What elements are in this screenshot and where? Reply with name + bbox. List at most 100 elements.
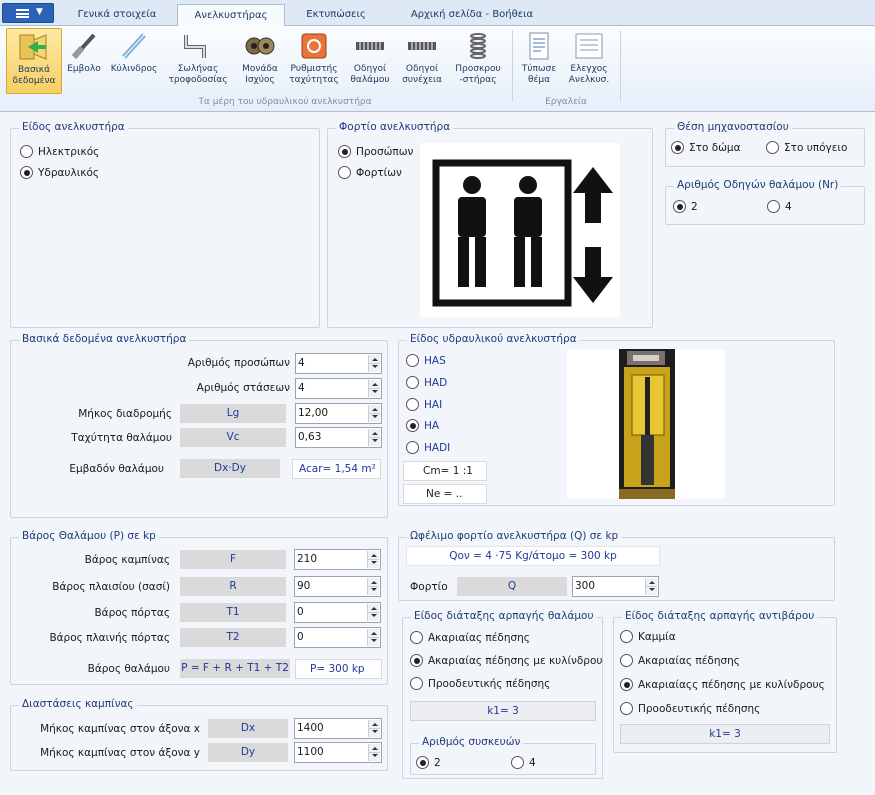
radio-guides-4[interactable]: 4 — [767, 200, 792, 214]
cabin-weight-input[interactable]: 210 — [294, 549, 381, 570]
radio-hai[interactable]: HAI — [406, 398, 442, 412]
spin-down-icon[interactable] — [369, 388, 380, 397]
speed-regulator-label: Ρυθμιστής ταχύτητας — [289, 64, 339, 85]
buffer-button[interactable]: Προσκρου -στήρας — [450, 28, 506, 94]
frame-weight-input[interactable]: 90 — [294, 576, 381, 597]
cabin-x-label: Μήκος καμπίνας στον άξονα x — [40, 723, 200, 735]
radio-devices-4[interactable]: 4 — [511, 756, 536, 770]
radio-cw-instant[interactable]: Ακαριαίας πέδησης — [620, 654, 740, 668]
radio-car-instant-rollers[interactable]: Ακαριαίας πέδησης με κυλίνδρους — [410, 654, 602, 668]
side-door-weight-input[interactable]: 0 — [294, 627, 381, 648]
spin-down-icon[interactable] — [369, 728, 380, 737]
area-result: Acar= 1,54 m² — [292, 459, 381, 479]
radio-label: 2 — [691, 201, 698, 213]
cabin-y-input[interactable]: 1100 — [294, 742, 382, 763]
spin-down-icon[interactable] — [368, 612, 379, 621]
radio-dot — [620, 654, 633, 667]
spin-down-icon[interactable] — [368, 586, 379, 595]
radio-dot — [766, 141, 779, 154]
car-guides-button[interactable]: Οδηγοί θαλάμου — [346, 28, 394, 94]
spin-down-icon[interactable] — [646, 586, 657, 595]
spin-down-icon[interactable] — [369, 752, 380, 761]
useful-load-formula: Qον = 4 ·75 Kg/άτομο = 300 kp — [406, 546, 660, 566]
persons-input[interactable]: 4 — [295, 353, 382, 374]
radio-roof[interactable]: Στο δώμα — [671, 141, 741, 155]
spin-down-icon[interactable] — [369, 363, 380, 372]
stops-input[interactable]: 4 — [295, 378, 382, 399]
lift-type-group: Είδος ανελκυστήρα Ηλεκτρικός Υδραυλικός — [10, 121, 320, 328]
cabin-x-input[interactable]: 1400 — [294, 718, 382, 739]
ribbon-group-tools: Εργαλεία — [545, 97, 587, 107]
spin-down-icon[interactable] — [368, 559, 379, 568]
buffer-icon — [470, 33, 486, 59]
car-safety-title: Είδος διάταξης αρπαγής θαλάμου — [411, 610, 597, 622]
radio-cw-instant-rollers[interactable]: Ακαριαίαςς πέδησης με κυλίνδρους — [620, 678, 825, 692]
radio-had[interactable]: HAD — [406, 376, 447, 390]
speed-regulator-button[interactable]: Ρυθμιστής ταχύτητας — [286, 28, 342, 94]
radio-electric[interactable]: Ηλεκτρικός — [20, 145, 99, 159]
area-symbol: Dx·Dy — [180, 459, 280, 478]
radio-persons[interactable]: Προσώπων — [338, 145, 413, 159]
app-menu-button[interactable]: ▼ — [2, 3, 54, 23]
cw-safety-title: Είδος διάταξης αρπαγής αντιβάρου — [622, 610, 818, 622]
radio-label: Ακαριαίας πέδησης με κυλίνδρους — [428, 655, 602, 667]
cylinder-icon — [122, 33, 146, 59]
guides-continued-button[interactable]: Οδηγοί συνέχεια — [398, 28, 446, 94]
radio-car-instant[interactable]: Ακαριαίας πέδησης — [410, 631, 602, 645]
basic-data-button[interactable]: Βασικά δεδομένα — [6, 28, 62, 94]
radio-dot — [620, 630, 633, 643]
load-input[interactable]: 300 — [572, 576, 659, 597]
radio-label: Φορτίων — [356, 167, 402, 179]
radio-ha[interactable]: HA — [406, 419, 439, 433]
radio-hadi[interactable]: HADI — [406, 441, 450, 455]
supply-pipe-button[interactable]: Σωλήνας τροφοδοσίας — [162, 28, 234, 94]
cabin-x-symbol: Dx — [208, 719, 288, 738]
radio-basement[interactable]: Στο υπόγειο — [766, 141, 847, 155]
cm-ratio: Cm= 1 :1 — [403, 461, 487, 481]
supply-pipe-icon — [184, 35, 206, 58]
radio-dot — [20, 166, 33, 179]
radio-has[interactable]: HAS — [406, 354, 446, 368]
tab-elevator[interactable]: Ανελκυστήρας — [177, 4, 285, 27]
chevron-down-icon: ▼ — [36, 7, 43, 17]
radio-dot — [406, 376, 419, 389]
print-topic-button[interactable]: Τύπωσε θέμα — [516, 28, 562, 94]
spin-down-icon[interactable] — [369, 413, 380, 422]
radio-hydraulic[interactable]: Υδραυλικός — [20, 166, 99, 180]
speed-input[interactable]: 0,63 — [295, 427, 382, 448]
radio-car-progressive[interactable]: Προοδευτικής πέδησης — [410, 677, 602, 691]
radio-devices-2[interactable]: 2 — [416, 756, 441, 770]
radio-goods[interactable]: Φορτίων — [338, 166, 402, 180]
radio-dot — [671, 141, 684, 154]
radio-cw-progressive[interactable]: Προοδευτικής πέδησης — [620, 702, 760, 716]
car-k1-value: k1= 3 — [410, 701, 596, 721]
radio-label: Καμμία — [638, 631, 676, 643]
lift-load-group: Φορτίο ανελκυστήρα Προσώπων Φορτίων — [327, 121, 653, 328]
radio-dot — [620, 702, 633, 715]
radio-label: Υδραυλικός — [38, 167, 100, 179]
radio-cw-none[interactable]: Καμμία — [620, 630, 676, 644]
tab-prints[interactable]: Εκτυπώσεις — [286, 4, 386, 26]
travel-symbol: Lg — [180, 404, 286, 423]
spin-down-icon[interactable] — [368, 637, 379, 646]
cylinder-button[interactable]: Κύλινδρος — [108, 28, 160, 94]
travel-input[interactable]: 12,00 — [295, 403, 382, 424]
radio-dot — [767, 200, 780, 213]
radio-dot — [20, 145, 33, 158]
power-unit-icon — [245, 37, 275, 55]
devices-count-title: Αριθμός συσκευών — [419, 736, 524, 748]
lift-type-title: Είδος ανελκυστήρα — [19, 121, 128, 133]
cabin-y-symbol: Dy — [208, 743, 288, 762]
tab-general[interactable]: Γενικά στοιχεία — [58, 4, 176, 26]
piston-button[interactable]: Εμβολο — [64, 28, 104, 94]
radio-label: Προοδευτικής πέδησης — [638, 703, 761, 715]
buffer-label: Προσκρου -στήρας — [455, 64, 501, 85]
radio-guides-2[interactable]: 2 — [673, 200, 698, 214]
radio-label: HAS — [424, 355, 446, 367]
spin-down-icon[interactable] — [369, 437, 380, 446]
check-lift-button[interactable]: Ελεγχος Ανελκυσ. — [564, 28, 614, 94]
radio-label: Προσώπων — [356, 146, 414, 158]
tab-home-help[interactable]: Αρχική σελίδα - Βοήθεια — [388, 4, 556, 26]
power-unit-button[interactable]: Μονάδα Ισχύος — [236, 28, 284, 94]
door-weight-input[interactable]: 0 — [294, 602, 381, 623]
